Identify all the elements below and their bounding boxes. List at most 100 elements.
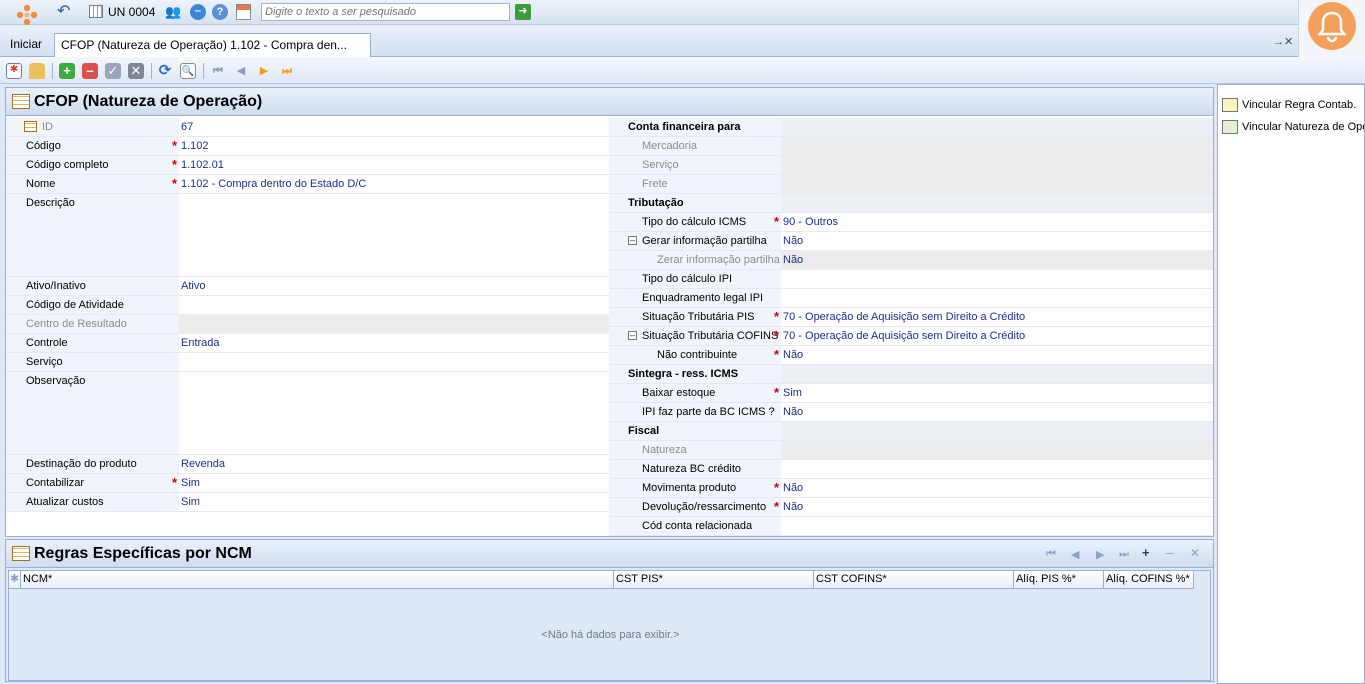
link-accounting-rule-action[interactable]: Vincular Regra Contab. xyxy=(1222,96,1356,116)
pin-close-icon[interactable]: →✕ xyxy=(1273,35,1293,48)
calendar-icon[interactable] xyxy=(236,4,251,20)
value-field[interactable] xyxy=(179,334,609,352)
calculator-icon[interactable] xyxy=(89,5,103,18)
column-header[interactable]: Alíq. PIS %* xyxy=(1014,571,1104,589)
section-label: Sintegra - ress. ICMS xyxy=(628,368,739,380)
unit-label[interactable]: UN 0004 xyxy=(108,5,155,19)
field-label: Contabilizar xyxy=(26,477,85,489)
tab-home[interactable]: Iniciar xyxy=(4,33,46,57)
section-fill xyxy=(781,422,1213,440)
link-nature-icon xyxy=(1222,120,1238,134)
ncm-cancel-icon[interactable]: ✕ xyxy=(1190,546,1200,560)
value-field[interactable] xyxy=(781,270,1213,288)
new-window-icon[interactable]: ✱ xyxy=(6,63,22,79)
prev-record-icon[interactable]: ◀ xyxy=(233,63,249,79)
value-field[interactable] xyxy=(781,460,1213,478)
table-icon xyxy=(12,94,30,109)
field-value: 70 - Operação de Aquisição sem Direito a… xyxy=(783,330,1026,342)
help-icon[interactable]: ? xyxy=(212,4,228,20)
refresh-icon[interactable]: ⟳ xyxy=(157,63,173,79)
ncm-next-icon[interactable]: ▶ xyxy=(1096,548,1104,561)
field-value: Não xyxy=(783,235,804,247)
preview-icon[interactable]: 🔍 xyxy=(180,63,196,79)
field-label: Cód conta relacionada xyxy=(642,520,753,532)
form-header: CFOP (Natureza de Operação) xyxy=(6,88,1213,116)
field-label: Mercadoria xyxy=(642,140,698,152)
ncm-last-icon[interactable]: ⏭ xyxy=(1119,548,1129,561)
form-row-12: Contabilizar * Sim xyxy=(6,474,609,493)
value-field[interactable] xyxy=(179,315,609,333)
confirm-icon[interactable]: ✓ xyxy=(105,63,121,79)
tab-cfop[interactable]: CFOP (Natureza de Operação) 1.102 - Comp… xyxy=(54,33,371,57)
users-icon[interactable]: 👥 xyxy=(165,4,181,20)
field-value: Não xyxy=(783,501,804,513)
collapse-icon[interactable]: – xyxy=(628,331,637,340)
undo-icon[interactable]: ↶ xyxy=(57,3,75,21)
lock-icon[interactable] xyxy=(29,63,45,79)
column-header[interactable]: CST COFINS* xyxy=(814,571,1014,589)
field-label: Descrição xyxy=(26,197,75,209)
value-field[interactable] xyxy=(179,455,609,473)
value-field[interactable] xyxy=(781,346,1213,364)
minus-circle-icon[interactable]: – xyxy=(190,4,206,20)
value-field[interactable] xyxy=(179,493,609,511)
value-field[interactable] xyxy=(781,479,1213,497)
search-go-icon[interactable]: ➜ xyxy=(515,4,531,20)
ncm-prev-icon[interactable]: ◀ xyxy=(1071,548,1079,561)
value-field[interactable] xyxy=(179,474,609,492)
tab-strip: Iniciar CFOP (Natureza de Operação) 1.10… xyxy=(0,25,1298,57)
top-toolbar: ↶ UN 0004 👥 – ? ➜ xyxy=(0,0,1298,25)
ncm-rules-panel: Regras Específicas por NCM ⏮ ◀ ▶ ⏭ + – ✕… xyxy=(5,539,1214,682)
value-field[interactable] xyxy=(179,156,609,174)
column-header[interactable]: CST PIS* xyxy=(614,571,814,589)
value-field[interactable] xyxy=(179,277,609,295)
form-row-r12: Não contribuinte * Não xyxy=(609,346,1213,365)
field-label: Controle xyxy=(26,337,68,349)
required-marker: * xyxy=(774,328,780,343)
value-field[interactable] xyxy=(781,289,1213,307)
collapse-icon[interactable]: – xyxy=(628,236,637,245)
remove-icon[interactable]: – xyxy=(82,63,98,79)
next-record-icon[interactable]: ▶ xyxy=(256,63,272,79)
ncm-remove-icon[interactable]: – xyxy=(1166,545,1173,560)
link-operation-nature-action[interactable]: Vincular Natureza de Operação xyxy=(1222,118,1364,138)
search-input[interactable] xyxy=(261,3,510,21)
field-label: Tipo do cálculo ICMS xyxy=(642,216,747,228)
value-field[interactable] xyxy=(179,372,609,454)
bell-icon[interactable] xyxy=(1308,2,1356,50)
field-value: 70 - Operação de Aquisição sem Direito a… xyxy=(783,311,1026,323)
form-row-r3: Frete xyxy=(609,175,1213,194)
value-field[interactable] xyxy=(781,384,1213,402)
form-row-r20: Devolução/ressarcimento * Não xyxy=(609,498,1213,517)
value-field[interactable] xyxy=(179,353,609,371)
cancel-icon[interactable]: ✕ xyxy=(128,63,144,79)
field-label: IPI faz parte da BC ICMS ? xyxy=(642,406,775,418)
last-record-icon[interactable]: ⏭ xyxy=(279,63,295,79)
field-value: 90 - Outros xyxy=(783,216,839,228)
value-field[interactable] xyxy=(781,213,1213,231)
add-icon[interactable]: + xyxy=(59,63,75,79)
field-label: Enquadramento legal IPI xyxy=(642,292,764,304)
field-value: Não xyxy=(783,482,804,494)
field-label: Situação Tributária PIS xyxy=(642,311,755,323)
field-value: Não xyxy=(783,254,804,266)
form-row-r15: IPI faz parte da BC ICMS ? Não xyxy=(609,403,1213,422)
value-field[interactable] xyxy=(179,137,609,155)
value-field[interactable] xyxy=(781,517,1213,535)
column-header[interactable]: NCM* xyxy=(21,571,614,589)
ncm-first-icon[interactable]: ⏮ xyxy=(1046,548,1056,561)
ncm-add-icon[interactable]: + xyxy=(1142,545,1150,560)
value-field xyxy=(781,251,1213,269)
field-value: Entrada xyxy=(181,337,220,349)
value-field[interactable] xyxy=(781,498,1213,516)
section-fill xyxy=(781,365,1213,383)
first-record-icon[interactable]: ⏮ xyxy=(210,63,226,79)
form-row-4: Descrição xyxy=(6,194,609,277)
value-field[interactable] xyxy=(781,232,1213,250)
column-header[interactable]: Alíq. COFINS %* xyxy=(1104,571,1194,589)
value-field[interactable] xyxy=(781,403,1213,421)
value-field[interactable] xyxy=(179,194,609,276)
form-row-r17: Natureza xyxy=(609,441,1213,460)
value-field[interactable] xyxy=(179,296,609,314)
section-fill xyxy=(781,118,1213,136)
